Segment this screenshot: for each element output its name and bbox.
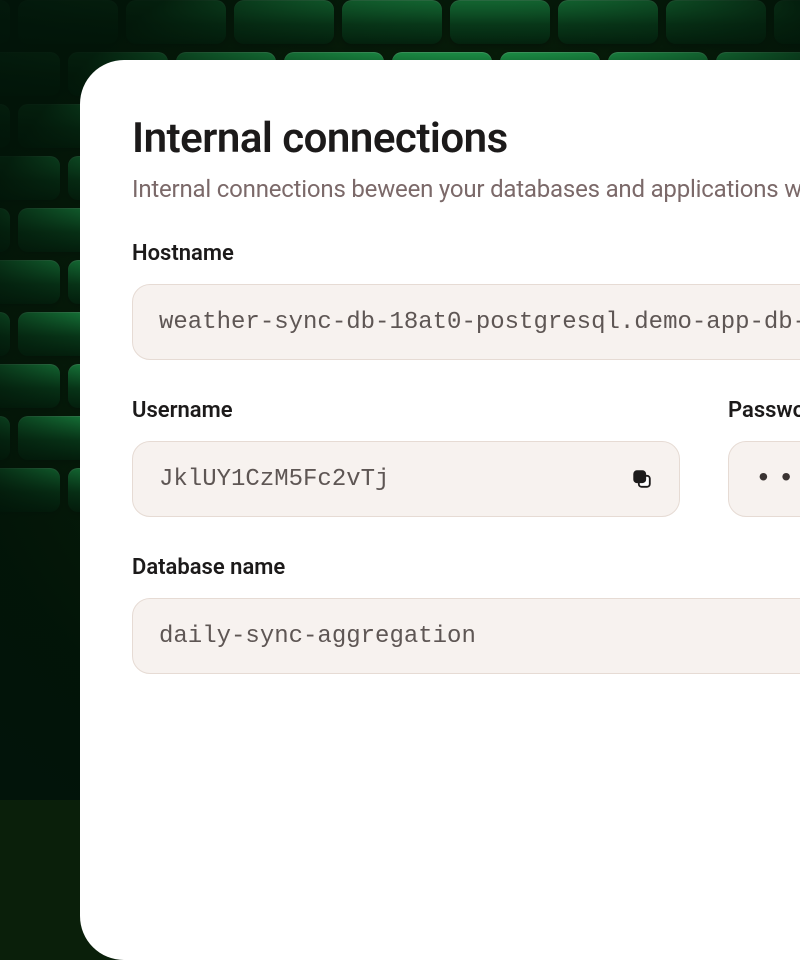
copy-icon[interactable] [631,468,653,490]
database-label: Database name [132,555,800,580]
password-input[interactable]: ••••••••• [728,441,800,517]
username-label: Username [132,398,680,423]
password-field: Password ••••••••• [728,398,800,517]
hostname-label: Hostname [132,241,800,266]
page-title: Internal connections [132,114,800,163]
password-value: ••••••••• [755,464,800,495]
database-field: Database name daily-sync-aggregation [132,555,800,674]
connections-card: Internal connections Internal connection… [80,60,800,960]
username-value: JklUY1CzM5Fc2vTj [159,466,611,493]
password-label: Password [728,398,800,423]
database-value: daily-sync-aggregation [159,623,800,650]
page-subtitle: Internal connections beween your databas… [132,175,800,203]
username-field: Username JklUY1CzM5Fc2vTj [132,398,680,517]
hostname-value: weather-sync-db-18at0-postgresql.demo-ap… [159,309,800,336]
username-input[interactable]: JklUY1CzM5Fc2vTj [132,441,680,517]
database-input[interactable]: daily-sync-aggregation [132,598,800,674]
hostname-field: Hostname weather-sync-db-18at0-postgresq… [132,241,800,360]
hostname-input[interactable]: weather-sync-db-18at0-postgresql.demo-ap… [132,284,800,360]
